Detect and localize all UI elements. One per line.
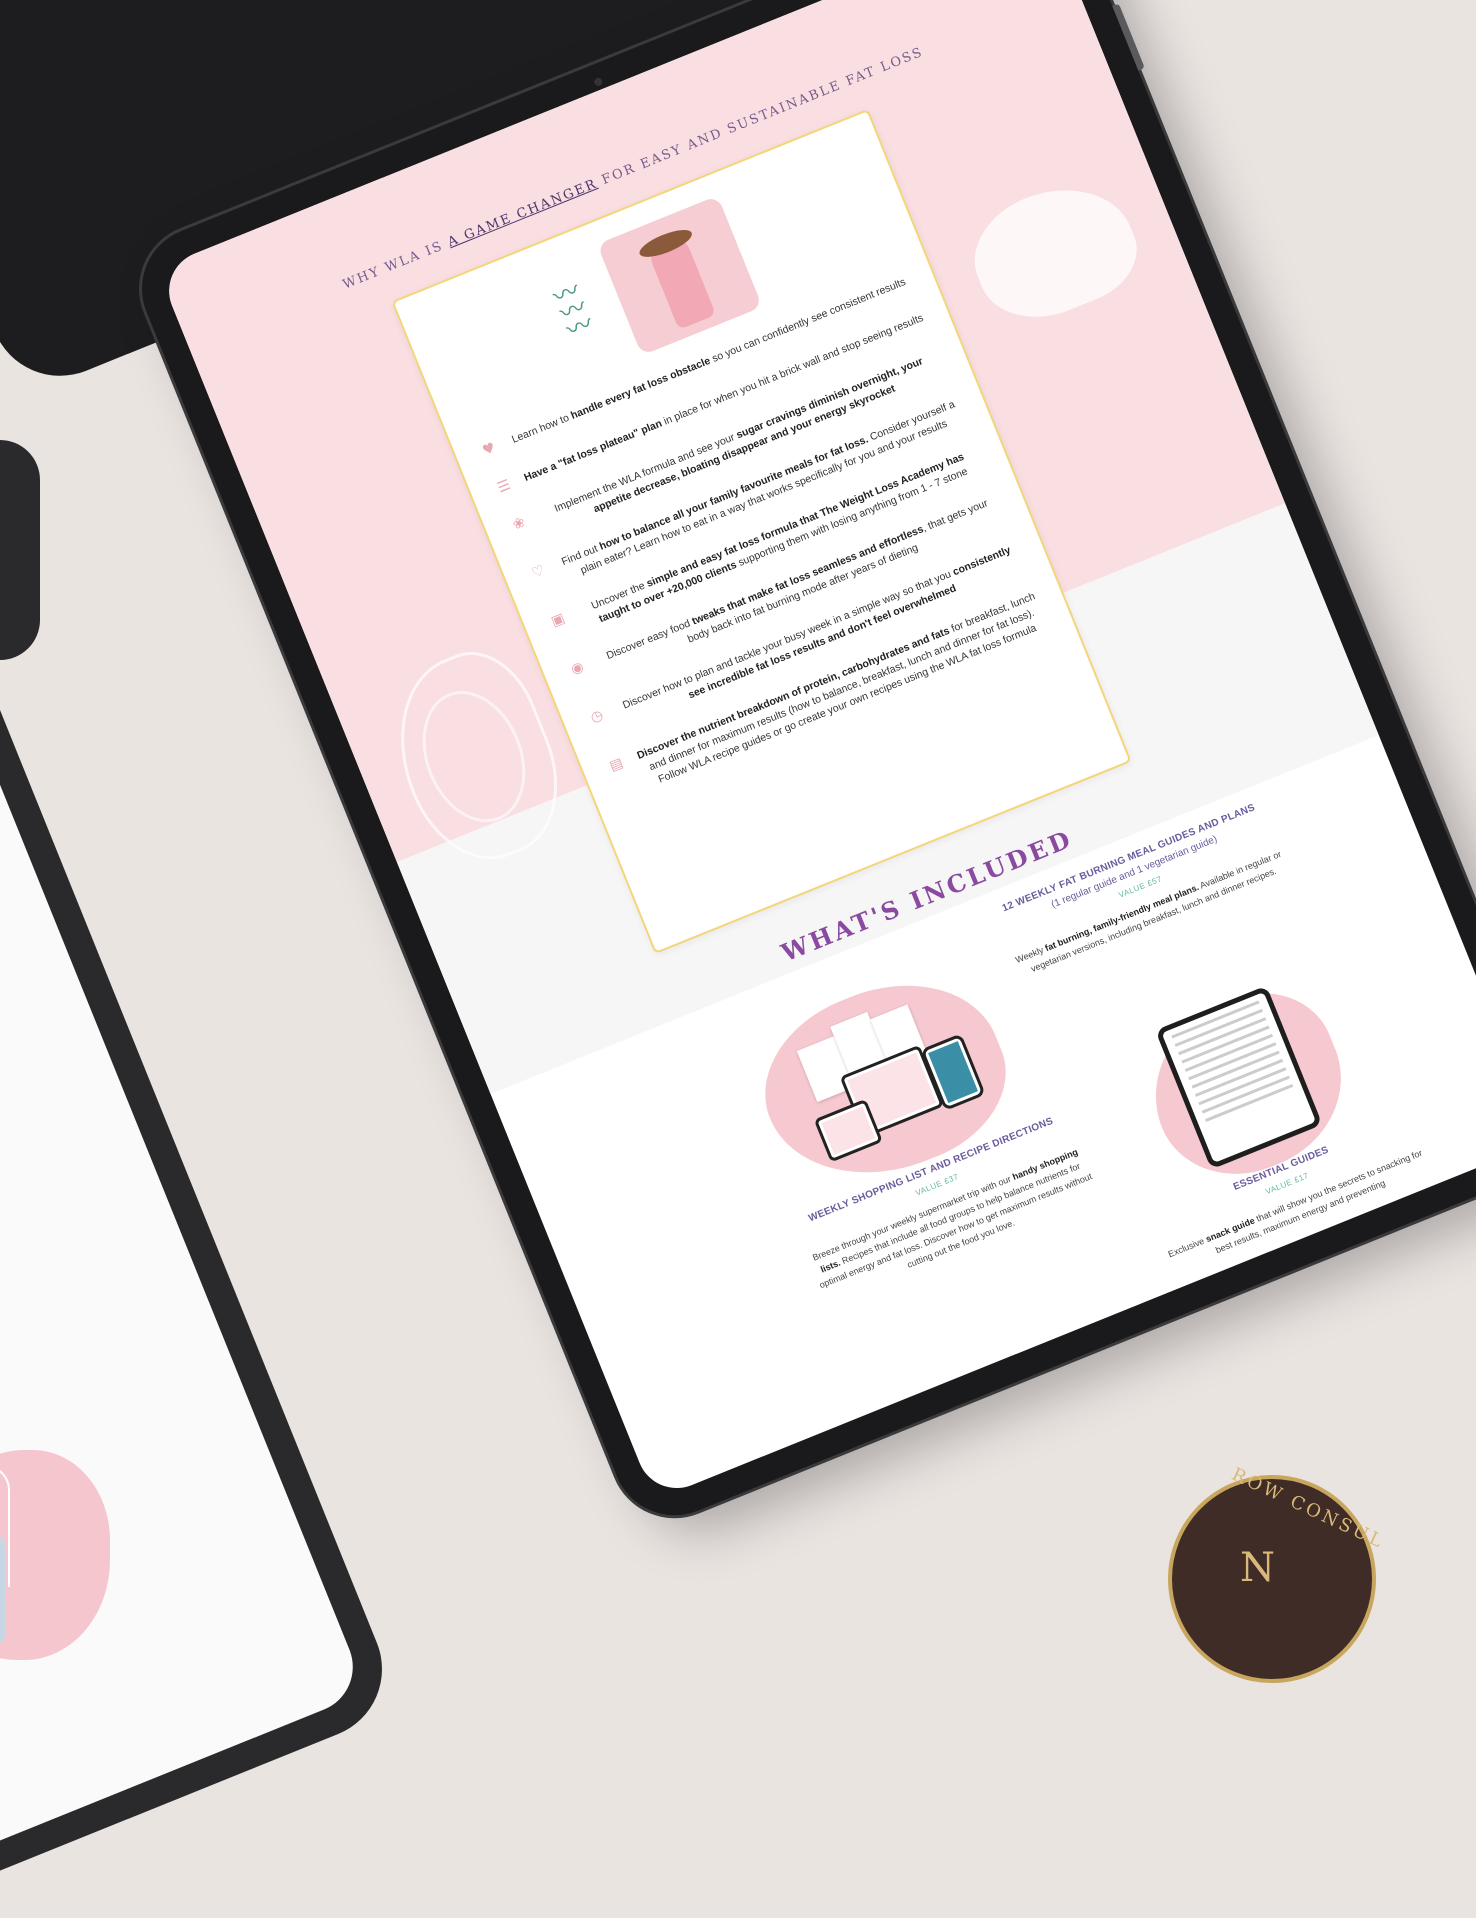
dumbbell-icon: ♥ [480,439,498,460]
leaf-icon: ❀ [510,514,528,534]
scale-icon: ☰ [495,476,513,497]
apple-icon: ◉ [568,658,587,679]
logo-monogram: N [1240,1545,1275,1591]
main-tablet: WHY WLA IS A GAME CHANGER FOR EASY AND S… [123,0,1476,1534]
woman-photo [596,195,763,356]
background-tablet-screen [0,538,367,1882]
tablet-frame: WHY WLA IS A GAME CHANGER FOR EASY AND S… [123,0,1476,1534]
webpage-screen[interactable]: WHY WLA IS A GAME CHANGER FOR EASY AND S… [157,0,1476,1501]
person-photo [0,1535,5,1645]
tablet-side-button [1112,3,1145,71]
clock-icon: ◷ [588,706,606,727]
formula-icon: ▣ [548,610,568,631]
wavy-lines-icon: 〰〰〰 [548,275,598,347]
plate-icon: ▤ [607,754,626,775]
background-tablet-edge [0,440,40,660]
heart-icon: ♡ [529,562,548,582]
decorative-blob [1076,1347,1231,1480]
camera-icon [593,76,604,88]
